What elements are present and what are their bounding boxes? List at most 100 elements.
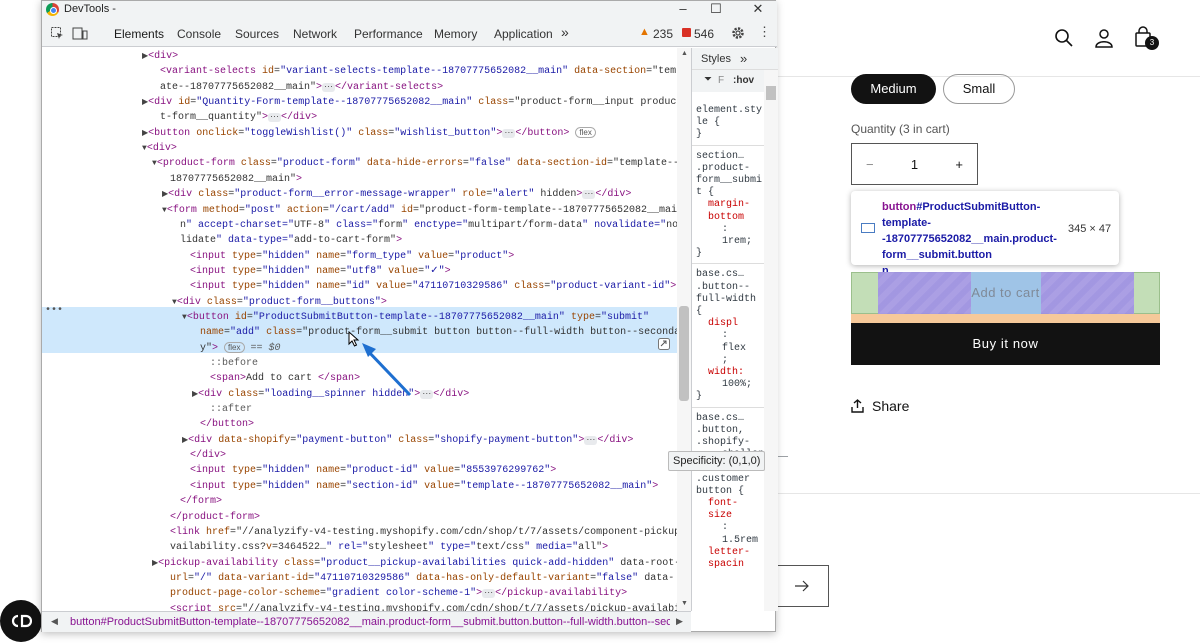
style-rule-line[interactable]: le { [696, 116, 720, 129]
code-line[interactable]: <input type="hidden" name="form_type" va… [190, 249, 514, 264]
scroll-down-arrow[interactable]: ▼ [681, 600, 688, 607]
style-rule-line[interactable]: element.sty [696, 104, 762, 117]
style-rule-line[interactable]: } [696, 128, 702, 141]
styles-scrollbar[interactable] [764, 70, 778, 611]
chat-widget-logo[interactable] [0, 600, 42, 642]
style-rule-line[interactable]: : [722, 521, 728, 534]
code-line[interactable]: 18707775652082__main"> [170, 172, 302, 187]
close-button[interactable]: ✕ [747, 1, 769, 18]
style-rule-line[interactable]: } [696, 390, 702, 403]
style-rule-line[interactable]: size [708, 509, 732, 522]
quantity-plus-button[interactable]: + [955, 157, 963, 172]
scroll-up-arrow[interactable]: ▲ [681, 50, 688, 57]
kebab-menu-icon[interactable]: ⋮ [758, 24, 771, 40]
code-line[interactable]: vailability.css?v=3464522…" rel="stylesh… [170, 540, 608, 555]
device-toolbar-icon[interactable] [72, 27, 88, 40]
more-sidebar-tabs[interactable]: » [740, 51, 747, 66]
tab-memory[interactable]: Memory [434, 27, 477, 41]
style-rule-line[interactable]: 1.5rem [722, 534, 758, 547]
style-rule-line[interactable]: form__submi [696, 174, 762, 187]
style-rule-line[interactable]: width: [708, 366, 744, 379]
code-line[interactable]: </form> [180, 494, 222, 509]
code-line[interactable]: ▶<div> [142, 49, 178, 64]
style-rule-line[interactable]: base.cs… [696, 412, 744, 425]
code-line[interactable]: y"> flex == $0 [200, 341, 281, 356]
code-line[interactable]: ate--18707775652082__main"> ⋯ </variant-se… [160, 80, 443, 95]
account-icon[interactable] [1092, 26, 1116, 50]
style-rule-line[interactable]: base.cs… [696, 268, 744, 281]
style-rule-line[interactable]: .button, [696, 424, 744, 437]
code-line[interactable]: ▶<div id="Quantity-Form-template--187077… [142, 95, 682, 110]
maximize-button[interactable]: ☐ [705, 1, 727, 18]
style-rule-line[interactable]: .shopify- [696, 436, 750, 449]
code-line[interactable]: <script src="//analyzify-v4-testing.mysh… [170, 602, 691, 611]
code-line[interactable]: </div> [190, 448, 226, 463]
elements-scroll-thumb[interactable] [679, 306, 689, 401]
style-rule-line[interactable]: 100%; [722, 378, 752, 391]
code-line[interactable]: ▼<div class="product-form__buttons"> [172, 295, 387, 310]
code-line[interactable]: ▼<form method="post" action="/cart/add" … [162, 203, 677, 218]
minimize-button[interactable]: – [672, 1, 694, 18]
style-rule-line[interactable]: .customer [696, 473, 750, 486]
code-line[interactable]: name="add" class="product-form__submit b… [200, 325, 686, 340]
code-line[interactable]: </product-form> [170, 510, 260, 525]
code-line[interactable]: <input type="hidden" name="section-id" v… [190, 479, 658, 494]
tab-sources[interactable]: Sources [235, 27, 279, 41]
hov-toggle[interactable]: :hov [733, 75, 754, 86]
code-line[interactable]: url="/" data-variant-id="47110710329586"… [170, 571, 674, 586]
add-to-cart-button[interactable]: Add to cart [851, 285, 1160, 300]
quantity-input[interactable]: 1 [911, 157, 918, 172]
code-line[interactable]: ▶<pickup-availability class="product__pi… [152, 556, 680, 571]
style-rule-line[interactable]: bottom [708, 211, 744, 224]
style-rule-line[interactable]: section… [696, 150, 744, 163]
style-rule-line[interactable]: letter- [708, 546, 750, 559]
code-line[interactable]: n" accept-charset="UTF-8" class="form" e… [180, 218, 690, 233]
code-line[interactable]: ▼<product-form class="product-form" data… [152, 156, 679, 171]
errors-count[interactable]: 235 [653, 27, 673, 41]
tab-application[interactable]: Application [494, 27, 553, 41]
code-line[interactable]: product-page-color-scheme="gradient colo… [170, 586, 627, 601]
search-icon[interactable] [1052, 26, 1076, 50]
flex-badge[interactable]: flex [575, 126, 596, 138]
style-rule-line[interactable]: .product- [696, 162, 750, 175]
share-button[interactable]: Share [851, 398, 909, 414]
buy-now-button[interactable]: Buy it now [851, 323, 1160, 365]
code-line[interactable]: ▶<div class="loading__spinner hidden"> ⋯ <… [192, 387, 469, 402]
code-line[interactable]: ::before [210, 356, 258, 371]
style-rule-line[interactable]: margin- [708, 198, 750, 211]
newsletter-submit-button[interactable] [776, 565, 829, 607]
code-line[interactable]: <input type="hidden" name="product-id" v… [190, 463, 556, 478]
breadcrumb-left-arrow[interactable]: ◀ [51, 616, 58, 627]
style-rule-line[interactable]: spacin [708, 558, 744, 571]
tab-console[interactable]: Console [177, 27, 221, 41]
style-rule-line[interactable]: full-width [696, 293, 756, 306]
warnings-count[interactable]: 546 [694, 27, 714, 41]
variant-option-medium[interactable]: Medium [851, 74, 936, 104]
code-line[interactable]: ▶<div data-shopify="payment-button" clas… [182, 433, 633, 448]
filter-input[interactable]: F [718, 75, 724, 86]
code-line[interactable]: <input type="hidden" name="id" value="47… [190, 279, 676, 294]
more-tabs-button[interactable]: » [561, 24, 569, 40]
tab-styles[interactable]: Styles [701, 53, 731, 65]
quantity-minus-button[interactable]: − [866, 157, 874, 172]
variant-option-small[interactable]: Small [943, 74, 1015, 104]
breadcrumb[interactable]: button#ProductSubmitButton-template--187… [70, 616, 670, 628]
gear-icon[interactable] [731, 26, 745, 40]
code-line[interactable]: lidate" data-type="add-to-cart-form"> [180, 233, 402, 248]
styles-filter[interactable]: ⏷ F :hov [692, 70, 764, 92]
code-line[interactable]: <variant-selects id="variant-selects-tem… [160, 64, 688, 79]
code-line[interactable]: </button> [200, 417, 254, 432]
code-line[interactable]: ▼<div> [142, 141, 177, 156]
style-rule-line[interactable]: 1rem; [722, 235, 752, 248]
style-rule-line[interactable]: flex [722, 342, 746, 355]
style-rule-line[interactable]: font- [708, 497, 738, 510]
code-line[interactable]: <span>Add to cart </span> [210, 371, 360, 386]
tab-network[interactable]: Network [293, 27, 337, 41]
style-rule-line[interactable]: displ [708, 317, 738, 330]
styles-scroll-thumb[interactable] [766, 86, 776, 100]
tab-performance[interactable]: Performance [354, 27, 423, 41]
style-rule-line[interactable]: { [696, 305, 702, 318]
style-rule-line[interactable]: } [696, 247, 702, 260]
code-line[interactable]: ▶<button onclick="toggleWishlist()" clas… [142, 126, 596, 141]
style-rule-line[interactable]: : [722, 223, 728, 236]
